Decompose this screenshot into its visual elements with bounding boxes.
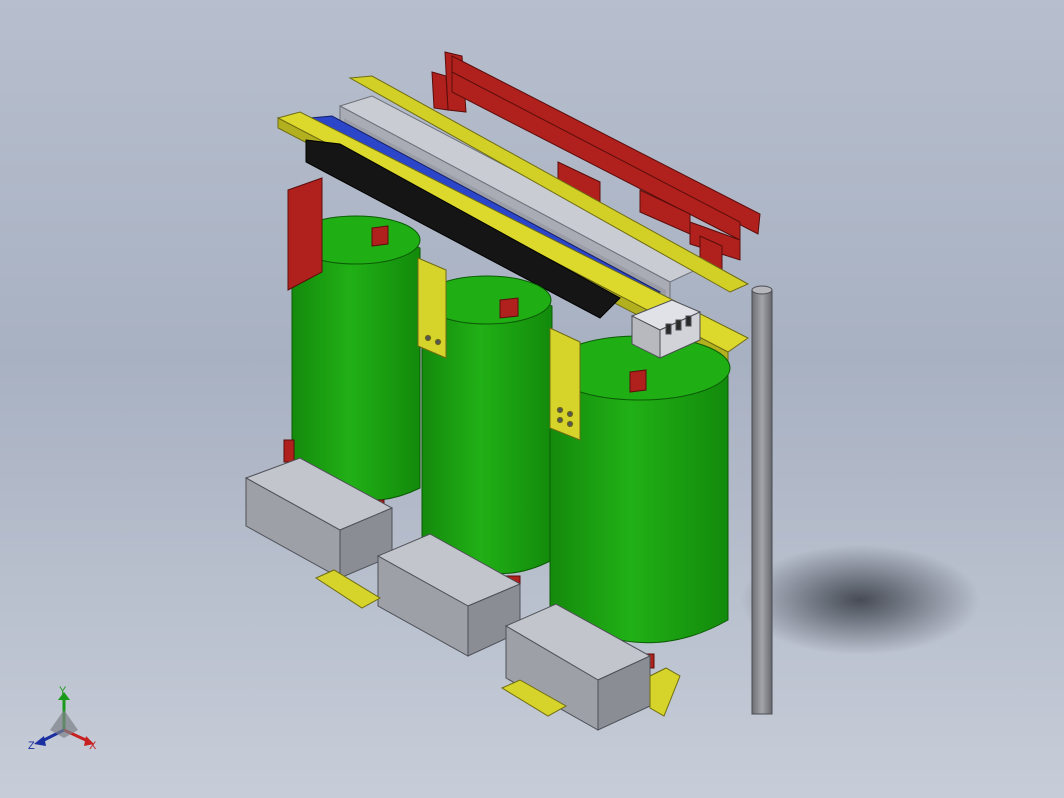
grounding-pole — [751, 285, 773, 715]
ground-shadow — [740, 545, 980, 655]
axis-z-label: Z — [28, 740, 35, 752]
axis-y-label: Y — [59, 685, 67, 697]
model-viewport[interactable]: Y X Z — [0, 0, 1064, 798]
transformer-model[interactable] — [0, 0, 1064, 798]
coordinate-triad: Y X Z — [24, 684, 108, 756]
axis-x-label: X — [89, 740, 97, 752]
